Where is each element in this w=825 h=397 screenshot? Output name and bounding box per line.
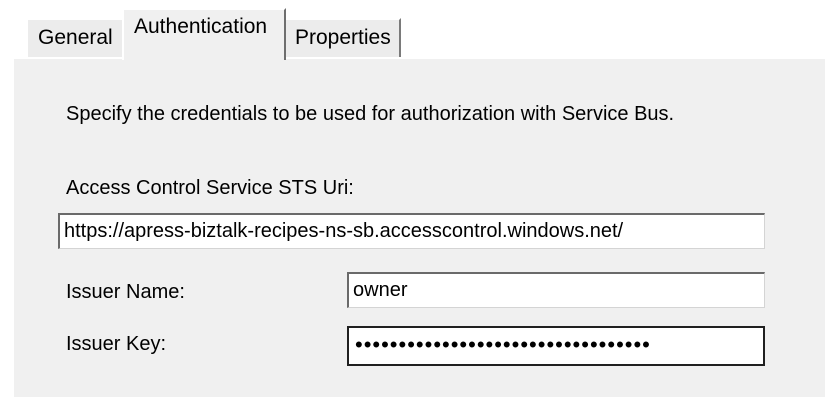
description-text: Specify the credentials to be used for a… (66, 103, 675, 125)
authentication-panel: Specify the credentials to be used for a… (12, 57, 825, 397)
tab-properties[interactable]: Properties (283, 18, 401, 57)
acs-uri-input[interactable]: https://apress-biztalk-recipes-ns-sb.acc… (58, 213, 765, 249)
issuer-name-label: Issuer Name: (66, 281, 185, 303)
tab-authentication[interactable]: Authentication (122, 8, 286, 60)
issuer-name-input[interactable]: owner (347, 272, 765, 308)
acs-uri-label: Access Control Service STS Uri: (66, 177, 354, 199)
tab-general[interactable]: General (26, 18, 124, 57)
dialog-tab-area: General Properties Authentication Specif… (0, 0, 825, 397)
issuer-key-input[interactable]: •••••••••••••••••••••••••••••••••• (347, 326, 765, 366)
issuer-key-label: Issuer Key: (66, 333, 167, 355)
